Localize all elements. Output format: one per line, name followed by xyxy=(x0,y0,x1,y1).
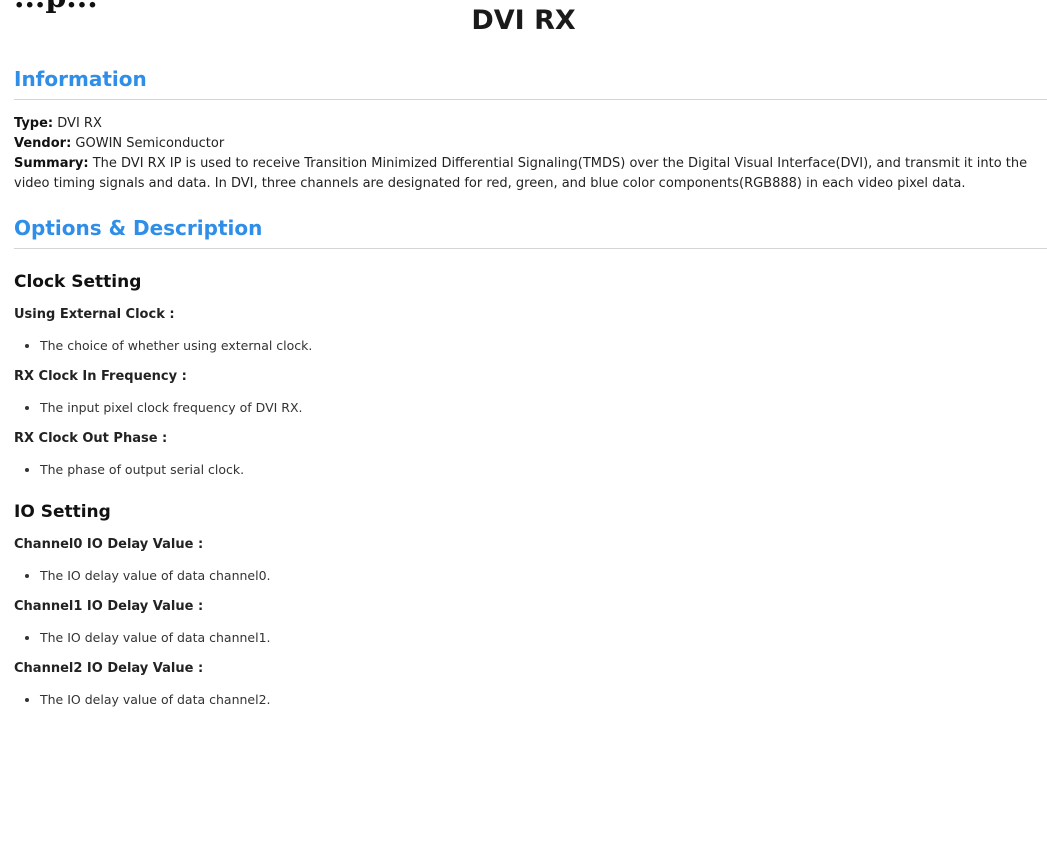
option-label: Channel1 IO Delay Value : xyxy=(14,599,204,614)
info-type-value: DVI RX xyxy=(57,116,102,131)
option-description-list: The IO delay value of data channel2. xyxy=(14,691,1047,709)
option-label: RX Clock Out Phase : xyxy=(14,431,168,446)
option-label: Using External Clock : xyxy=(14,307,175,322)
info-summary-label: Summary: xyxy=(14,156,89,171)
option-description-list: The choice of whether using external clo… xyxy=(14,337,1047,355)
cropped-previous-heading: ...p... xyxy=(14,0,98,15)
option-description: The IO delay value of data channel1. xyxy=(40,629,1047,647)
option-description-list: The input pixel clock frequency of DVI R… xyxy=(14,399,1047,417)
info-vendor-row: Vendor: GOWIN Semiconductor xyxy=(14,134,1047,154)
option-label: Channel0 IO Delay Value : xyxy=(14,537,204,552)
info-vendor-label: Vendor: xyxy=(14,136,72,151)
option-description: The input pixel clock frequency of DVI R… xyxy=(40,399,1047,417)
info-summary-row: Summary: The DVI RX IP is used to receiv… xyxy=(14,154,1047,194)
section-heading-options: Options & Description xyxy=(14,215,1047,249)
document-page: DVI RX Information Type: DVI RX Vendor: … xyxy=(14,0,1047,709)
information-block: Type: DVI RX Vendor: GOWIN Semiconductor… xyxy=(14,114,1047,194)
option-description-list: The phase of output serial clock. xyxy=(14,461,1047,479)
info-type-row: Type: DVI RX xyxy=(14,114,1047,134)
option-description-list: The IO delay value of data channel0. xyxy=(14,567,1047,585)
info-type-label: Type: xyxy=(14,116,54,131)
option-description: The IO delay value of data channel2. xyxy=(40,691,1047,709)
option-description: The phase of output serial clock. xyxy=(40,461,1047,479)
subsection-heading-io-setting: IO Setting xyxy=(14,502,111,522)
page-title: DVI RX xyxy=(471,5,576,36)
option-description-list: The IO delay value of data channel1. xyxy=(14,629,1047,647)
option-description: The choice of whether using external clo… xyxy=(40,337,1047,355)
section-heading-information: Information xyxy=(14,66,1047,100)
subsection-heading-clock-setting: Clock Setting xyxy=(14,272,142,292)
option-label: RX Clock In Frequency : xyxy=(14,369,187,384)
option-label: Channel2 IO Delay Value : xyxy=(14,661,204,676)
info-vendor-value: GOWIN Semiconductor xyxy=(75,136,225,151)
option-description: The IO delay value of data channel0. xyxy=(40,567,1047,585)
info-summary-value: The DVI RX IP is used to receive Transit… xyxy=(14,156,1028,191)
